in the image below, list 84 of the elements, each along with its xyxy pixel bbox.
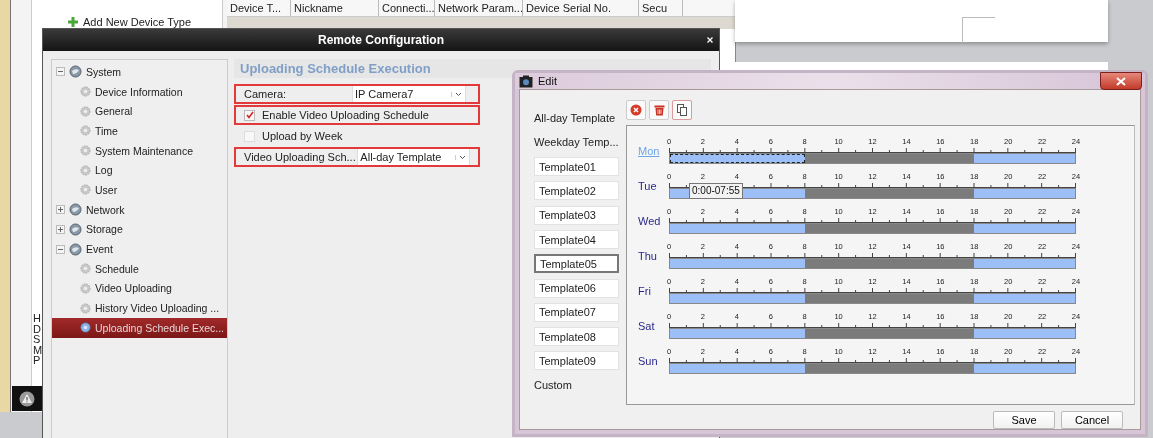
template-item[interactable]: Template04	[534, 230, 619, 250]
gear-icon	[80, 125, 91, 137]
gear-icon	[80, 282, 91, 294]
tree-item[interactable]: General	[52, 101, 227, 122]
collapse-icon[interactable]	[56, 67, 65, 77]
cut-text: H	[33, 313, 42, 324]
checkbox[interactable]	[244, 130, 255, 142]
template-item[interactable]: Template07	[534, 302, 619, 322]
tree-item[interactable]: System	[52, 62, 227, 82]
cross-circle-icon	[630, 104, 642, 116]
tree-item[interactable]: Event	[52, 239, 227, 259]
gear-icon	[80, 86, 91, 98]
gear-icon	[80, 263, 91, 275]
column-header[interactable]: Device Serial No.	[523, 0, 639, 16]
expand-icon[interactable]	[56, 205, 65, 215]
tree-item[interactable]: Schedule	[52, 258, 227, 279]
cut-text: S	[33, 334, 42, 345]
trash-icon	[653, 104, 665, 116]
cancel-button[interactable]: Cancel	[1061, 411, 1123, 429]
cut-text: P	[33, 355, 42, 366]
tree-item[interactable]: Uploading Schedule Exec...	[52, 317, 227, 338]
template-item[interactable]: Template06	[534, 278, 619, 298]
tree-item[interactable]: Time	[52, 121, 227, 141]
tree-item[interactable]: Storage	[52, 219, 227, 240]
field-label: Camera:	[244, 88, 288, 100]
template-item[interactable]: Template01	[534, 157, 619, 177]
expand-icon[interactable]	[56, 224, 65, 234]
column-header[interactable]: Network Param...	[435, 0, 523, 16]
close-button[interactable]	[1100, 72, 1142, 90]
gear-icon	[80, 184, 91, 196]
tree-item[interactable]: Device Information	[52, 81, 227, 102]
column-header[interactable]: Nickname	[291, 0, 379, 16]
window-title: Remote Configuration	[318, 33, 444, 47]
globe-icon	[69, 203, 82, 217]
gear-icon	[80, 145, 91, 157]
delete-button[interactable]	[649, 100, 669, 120]
checkbox-label: Upload by Week	[262, 130, 343, 142]
column-header[interactable]: Device T...	[227, 0, 291, 16]
gear-icon	[80, 322, 91, 334]
template-item[interactable]: Template09	[534, 351, 619, 371]
template-item[interactable]: Template03	[534, 205, 619, 225]
time-tooltip: 0:00-07:55	[689, 183, 743, 199]
collapse-icon[interactable]	[56, 244, 65, 254]
clear-button[interactable]	[626, 100, 646, 120]
dialog-title: Edit	[538, 75, 557, 87]
warning-icon[interactable]	[19, 390, 35, 407]
tree-item[interactable]: Video Uploading	[52, 278, 227, 299]
close-icon[interactable]	[707, 37, 713, 43]
cut-text: M	[33, 344, 43, 355]
field-label: Video Uploading Sch...	[244, 151, 357, 163]
corner-line	[962, 17, 995, 43]
tree-item[interactable]: History Video Uploading ...	[52, 298, 227, 318]
table-row[interactable]	[227, 17, 735, 29]
globe-icon	[69, 65, 82, 79]
checkbox-label: Enable Video Uploading Schedule	[262, 109, 429, 121]
tree-item[interactable]: Network	[52, 199, 227, 220]
template-item[interactable]: Template05	[534, 254, 619, 274]
globe-icon	[69, 222, 82, 236]
template-option[interactable]: Weekday Temp...	[534, 130, 619, 155]
schedule-bar[interactable]	[669, 153, 1076, 164]
template-item[interactable]: Template08	[534, 327, 619, 347]
save-button[interactable]: Save	[993, 411, 1055, 429]
camera-icon	[519, 74, 533, 88]
gear-icon	[80, 164, 91, 176]
plus-icon	[68, 17, 78, 27]
tree-item[interactable]: System Maintenance	[52, 140, 227, 161]
copy-icon	[676, 104, 688, 116]
template-item[interactable]: Template02	[534, 181, 619, 201]
template-option[interactable]: Custom	[534, 373, 619, 398]
schedule-bar[interactable]	[669, 188, 1076, 199]
checkbox[interactable]	[244, 109, 255, 121]
copy-button[interactable]	[672, 100, 692, 120]
tree-item[interactable]: Log	[52, 160, 227, 181]
sidebar-item[interactable]: Add New Device Type	[32, 16, 222, 28]
globe-icon	[69, 242, 82, 256]
column-header[interactable]: Secu	[639, 0, 683, 16]
time-segment[interactable]	[670, 154, 805, 163]
cut-text: D	[33, 323, 42, 334]
column-header[interactable]: Connecti...	[379, 0, 435, 16]
tree-item[interactable]: User	[52, 180, 227, 200]
gear-icon	[80, 302, 91, 314]
template-option[interactable]: All-day Template	[534, 106, 619, 131]
gear-icon	[80, 105, 91, 117]
close-icon	[1116, 76, 1126, 86]
